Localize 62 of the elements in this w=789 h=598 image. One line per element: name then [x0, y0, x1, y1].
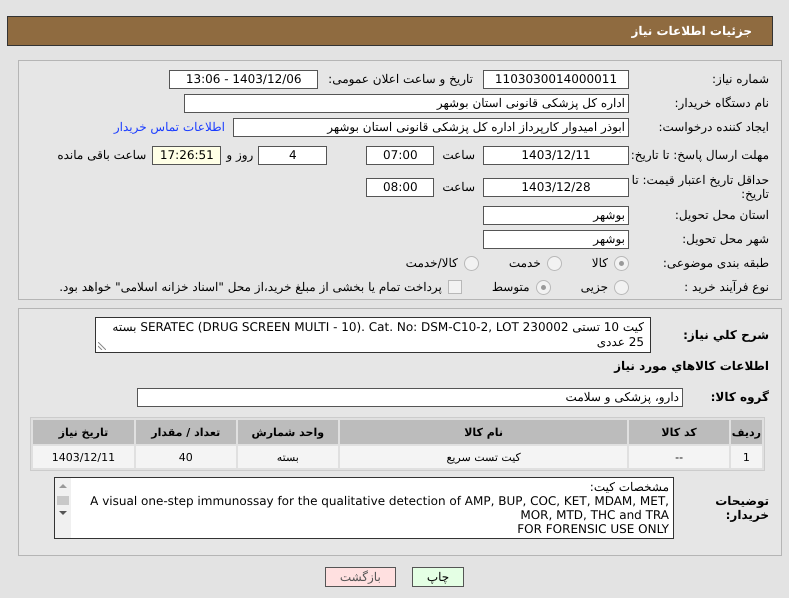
- field-label: توضیحات خریدار:: [714, 494, 769, 522]
- buyer-contact-link[interactable]: اطلاعات تماس خریدار: [114, 120, 225, 134]
- field-label: نوع فرآیند خرید :: [683, 280, 769, 294]
- field-label: طبقه بندی موضوعی:: [662, 256, 769, 270]
- field-label: شماره نیاز:: [711, 72, 769, 86]
- table-cell: 1: [730, 446, 762, 468]
- field-label: شرح كلي نياز:: [682, 328, 769, 342]
- radio-label: کالا: [592, 256, 608, 270]
- radio-button[interactable]: [536, 280, 551, 294]
- radio-label: جزیی: [580, 280, 608, 294]
- column-header: تعداد / مقدار: [136, 420, 236, 444]
- checkbox-label: پرداخت تمام یا بخشی از مبلغ خرید،از محل "اسناد خزانه اسلامی" خواهد بود.: [59, 280, 442, 294]
- column-header: ردیف: [730, 420, 762, 444]
- resize-grip-icon: [98, 342, 106, 350]
- validity-time-field: 08:00: [366, 178, 434, 196]
- table-cell: 40: [136, 446, 236, 468]
- field-label: مهلت ارسال پاسخ: تا تاریخ:: [630, 148, 769, 162]
- remaining-time-field: 17:26:51: [152, 146, 222, 164]
- field-label: ساعت: [442, 180, 475, 194]
- announce-date-field: 1403/12/06 - 13:06: [169, 70, 318, 88]
- section-heading: اطلاعات كالاهاي مورد نياز: [612, 359, 769, 373]
- column-header: واحد شمارش: [238, 420, 338, 444]
- column-header: نام کالا: [340, 420, 628, 444]
- scrollbar-icon: [55, 478, 71, 538]
- field-label: حداقل تاریخ اعتبار قیمت: تا تاریخ:: [630, 173, 769, 201]
- radio-button[interactable]: [614, 280, 629, 294]
- field-label: ساعت باقی مانده: [57, 148, 146, 162]
- field-label: ساعت: [442, 148, 475, 162]
- table-cell: کیت تست سریع: [340, 446, 628, 468]
- radio-label: خدمت: [508, 256, 541, 270]
- radio-button[interactable]: [614, 256, 629, 270]
- column-header: کد کالا: [629, 420, 729, 444]
- province-field: بوشهر: [483, 206, 629, 224]
- radio-button[interactable]: [464, 256, 479, 270]
- table-cell: --: [629, 446, 729, 468]
- back-button[interactable]: بازگشت: [324, 567, 396, 587]
- summary-textarea[interactable]: کیت 10 تستی SERATEC (DRUG SCREEN MULTI - 10). Cat. No: DSM-C10-2, LOT 230002 بسته 25 عددی: [95, 317, 651, 353]
- field-label: روز و: [226, 148, 254, 162]
- field-label: گروه کالا:: [710, 390, 769, 404]
- column-header: تاریخ نیاز: [33, 420, 134, 444]
- deadline-date-field: 1403/12/11: [483, 146, 629, 164]
- field-label: استان محل تحویل:: [674, 208, 769, 222]
- days-field: 4: [258, 146, 328, 164]
- buyer-field: اداره کل پزشکی قانونی استان بوشهر: [184, 94, 629, 112]
- table-cell: 1403/12/11: [33, 446, 134, 468]
- field-label: شهر محل تحویل:: [681, 232, 769, 246]
- radio-button[interactable]: [546, 256, 562, 270]
- field-label: ایجاد کننده درخواست:: [657, 120, 769, 134]
- print-button[interactable]: چاپ: [412, 567, 464, 587]
- deadline-time-field: 07:00: [366, 146, 434, 164]
- city-field: بوشهر: [483, 230, 629, 248]
- field-label: نام دستگاه خریدار:: [674, 96, 769, 110]
- creator-field: ابوذر امیدوار کارپرداز اداره کل پزشکی قانونی استان بوشهر: [233, 118, 629, 136]
- radio-label: کالا/خدمت: [406, 256, 458, 270]
- page-title: جزئیات اطلاعات نیاز: [7, 16, 773, 46]
- validity-date-field: 1403/12/28: [483, 178, 629, 196]
- field-label: تاریخ و ساعت اعلان عمومی:: [328, 72, 473, 86]
- radio-label: متوسط: [492, 280, 530, 294]
- checkbox[interactable]: [448, 280, 462, 294]
- need-number-field: 1103030014000011: [483, 70, 629, 88]
- goods-group-field: دارو، پزشکی و سلامت: [137, 388, 683, 406]
- table-cell: بسته: [238, 446, 338, 468]
